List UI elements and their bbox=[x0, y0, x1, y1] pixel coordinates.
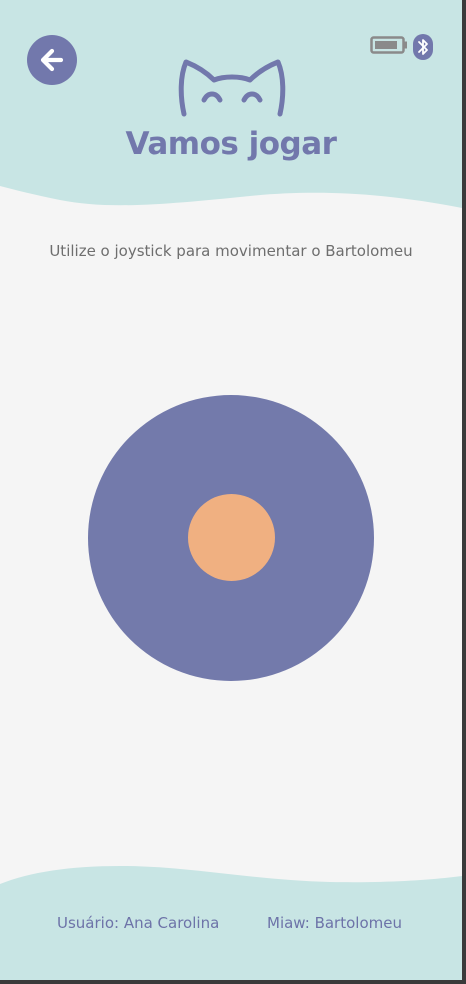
back-button[interactable] bbox=[27, 35, 77, 85]
instruction-text: Utilize o joystick para movimentar o Bar… bbox=[49, 242, 413, 260]
joystick-base[interactable] bbox=[88, 395, 374, 681]
joystick-knob[interactable] bbox=[188, 494, 275, 581]
battery-icon bbox=[370, 36, 407, 54]
app-screen: Vamos jogar Utilize o joystick para movi… bbox=[0, 0, 462, 980]
cat-face-icon bbox=[178, 59, 286, 117]
arrow-left-icon bbox=[40, 48, 64, 72]
header: Vamos jogar bbox=[0, 0, 462, 220]
footer-user-label: Usuário: Ana Carolina bbox=[57, 914, 220, 932]
bluetooth-icon[interactable] bbox=[412, 33, 434, 61]
footer: Usuário: Ana Carolina Miaw: Bartolomeu bbox=[0, 850, 462, 980]
footer-pet-label: Miaw: Bartolomeu bbox=[267, 914, 402, 932]
page-title: Vamos jogar bbox=[125, 126, 337, 162]
